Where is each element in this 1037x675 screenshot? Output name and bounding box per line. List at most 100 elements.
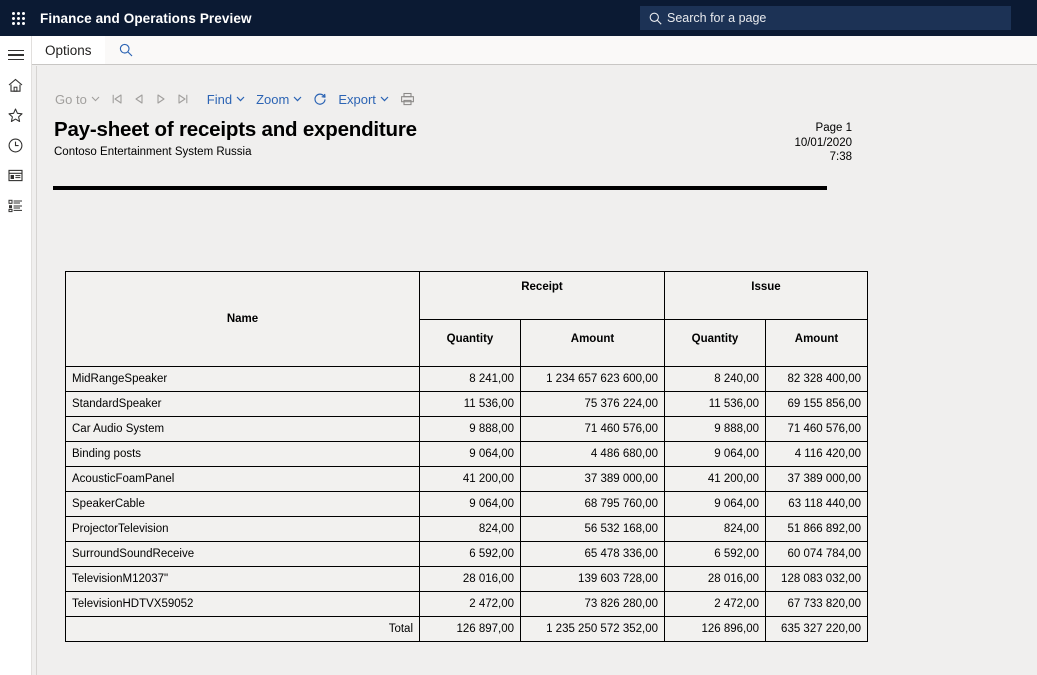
column-header-receipt-amount: Amount: [520, 319, 665, 367]
issue-quantity: 8 240,00: [664, 366, 766, 392]
table-row: AcousticFoamPanel 41 200,00 37 389 000,00 4…: [65, 466, 868, 492]
issue-amount: 51 866 892,00: [765, 516, 868, 542]
table-row: ProjectorTelevision 824,00 56 532 168,00 82…: [65, 516, 868, 542]
sidebar-item-favorites[interactable]: [0, 100, 31, 130]
action-pane: Options: [32, 36, 1037, 65]
print-icon: [400, 92, 414, 106]
table-row: SpeakerCable 9 064,00 68 795 760,00 9 064,0…: [65, 491, 868, 517]
report-page-info: Page 1 10/01/2020 7:38: [697, 121, 852, 165]
item-name-link[interactable]: SpeakerCable: [65, 491, 420, 517]
issue-amount: 4 116 420,00: [765, 441, 868, 467]
sidebar-item-workspaces[interactable]: [0, 160, 31, 190]
search-icon: [649, 12, 662, 25]
last-page-button[interactable]: [177, 93, 189, 105]
receipt-amount: 71 460 576,00: [520, 416, 665, 442]
item-name-link[interactable]: TelevisionM12037": [65, 566, 420, 592]
issue-amount: 82 328 400,00: [765, 366, 868, 392]
issue-quantity: 9 888,00: [664, 416, 766, 442]
receipt-quantity: 41 200,00: [419, 466, 521, 492]
search-icon: [119, 43, 132, 57]
first-page-icon: [112, 94, 122, 104]
report-subtitle: Contoso Entertainment System Russia: [54, 146, 252, 158]
receipt-amount: 73 826 280,00: [520, 591, 665, 617]
list-icon: [8, 199, 22, 212]
table-row: Binding posts 9 064,00 4 486 680,00 9 064,0…: [65, 441, 868, 467]
total-label: Total: [65, 616, 420, 642]
item-name-link[interactable]: AcousticFoamPanel: [65, 466, 420, 492]
chevron-down-icon: [236, 96, 245, 102]
export-dropdown[interactable]: Export: [338, 92, 389, 107]
left-navigation-rail: [0, 36, 32, 675]
chevron-down-icon: [293, 96, 302, 102]
column-header-name: Name: [65, 271, 420, 367]
tab-options[interactable]: Options: [32, 36, 105, 64]
item-name-link[interactable]: ProjectorTelevision: [65, 516, 420, 542]
item-name-link[interactable]: StandardSpeaker: [65, 391, 420, 417]
workspace-icon: [8, 169, 23, 181]
issue-quantity: 6 592,00: [664, 541, 766, 567]
receipt-amount: 1 234 657 623 600,00: [520, 366, 665, 392]
issue-quantity: 824,00: [664, 516, 766, 542]
find-label: Find: [206, 91, 233, 107]
sidebar-item-modules[interactable]: [0, 190, 31, 220]
receipt-quantity: 9 064,00: [419, 441, 521, 467]
issue-quantity: 28 016,00: [664, 566, 766, 592]
sidebar-item-recent[interactable]: [0, 130, 31, 160]
navigation-menu-button[interactable]: [0, 40, 31, 70]
global-search-input[interactable]: Search for a page: [640, 6, 1011, 30]
item-name-link[interactable]: Binding posts: [65, 441, 420, 467]
home-icon: [8, 78, 23, 92]
print-button[interactable]: [400, 92, 415, 106]
last-page-icon: [178, 94, 188, 104]
issue-amount: 67 733 820,00: [765, 591, 868, 617]
next-page-icon: [157, 94, 165, 104]
table-row: TelevisionM12037" 28 016,00 139 603 728,00…: [65, 566, 868, 592]
zoom-label: Zoom: [256, 91, 290, 107]
issue-quantity: 11 536,00: [664, 391, 766, 417]
waffle-grid-icon: [11, 11, 25, 25]
issue-amount: 37 389 000,00: [765, 466, 868, 492]
item-name-link[interactable]: Car Audio System: [65, 416, 420, 442]
report-data-table: Name Receipt Issue Quantity Amount Quant…: [65, 271, 868, 642]
receipt-quantity: 8 241,00: [419, 366, 521, 392]
item-name-link[interactable]: MidRangeSpeaker: [65, 366, 420, 392]
receipt-amount: 4 486 680,00: [520, 441, 665, 467]
receipt-quantity: 824,00: [419, 516, 521, 542]
issue-amount: 60 074 784,00: [765, 541, 868, 567]
find-dropdown[interactable]: Find: [207, 92, 245, 107]
page-number: Page 1: [815, 122, 852, 134]
column-header-receipt-quantity: Quantity: [419, 319, 521, 367]
action-pane-search-button[interactable]: [111, 36, 141, 64]
item-name-link[interactable]: SurroundSoundReceive: [65, 541, 420, 567]
table-row: Car Audio System 9 888,00 71 460 576,00 9 8…: [65, 416, 868, 442]
total-issue-amount: 635 327 220,00: [765, 616, 868, 642]
issue-quantity: 2 472,00: [664, 591, 766, 617]
table-row: SurroundSoundReceive 6 592,00 65 478 336,0…: [65, 541, 868, 567]
sidebar-item-home[interactable]: [0, 70, 31, 100]
receipt-amount: 68 795 760,00: [520, 491, 665, 517]
receipt-quantity: 11 536,00: [419, 391, 521, 417]
receipt-amount: 56 532 168,00: [520, 516, 665, 542]
previous-page-button[interactable]: [133, 93, 145, 105]
report-toolbar: Go to Find Zoom Export: [55, 88, 426, 110]
total-receipt-amount: 1 235 250 572 352,00: [520, 616, 665, 642]
go-to-dropdown[interactable]: Go to: [55, 92, 100, 107]
global-search-text: Search for a page: [667, 11, 767, 25]
report-time: 7:38: [829, 151, 852, 163]
next-page-button[interactable]: [155, 93, 167, 105]
issue-amount: 69 155 856,00: [765, 391, 868, 417]
go-to-label: Go to: [55, 91, 87, 107]
report-viewer: Go to Find Zoom Export Pay-sheet of rece…: [36, 66, 1037, 675]
page-navigation-group: [111, 93, 199, 105]
waffle-menu-button[interactable]: [0, 0, 36, 36]
first-page-button[interactable]: [111, 93, 123, 105]
issue-amount: 71 460 576,00: [765, 416, 868, 442]
receipt-amount: 75 376 224,00: [520, 391, 665, 417]
zoom-dropdown[interactable]: Zoom: [256, 92, 302, 107]
receipt-quantity: 6 592,00: [419, 541, 521, 567]
receipt-quantity: 2 472,00: [419, 591, 521, 617]
star-icon: [8, 107, 23, 122]
refresh-button[interactable]: [313, 92, 327, 106]
app-title: Finance and Operations Preview: [40, 10, 252, 26]
item-name-link[interactable]: TelevisionHDTVX59052: [65, 591, 420, 617]
